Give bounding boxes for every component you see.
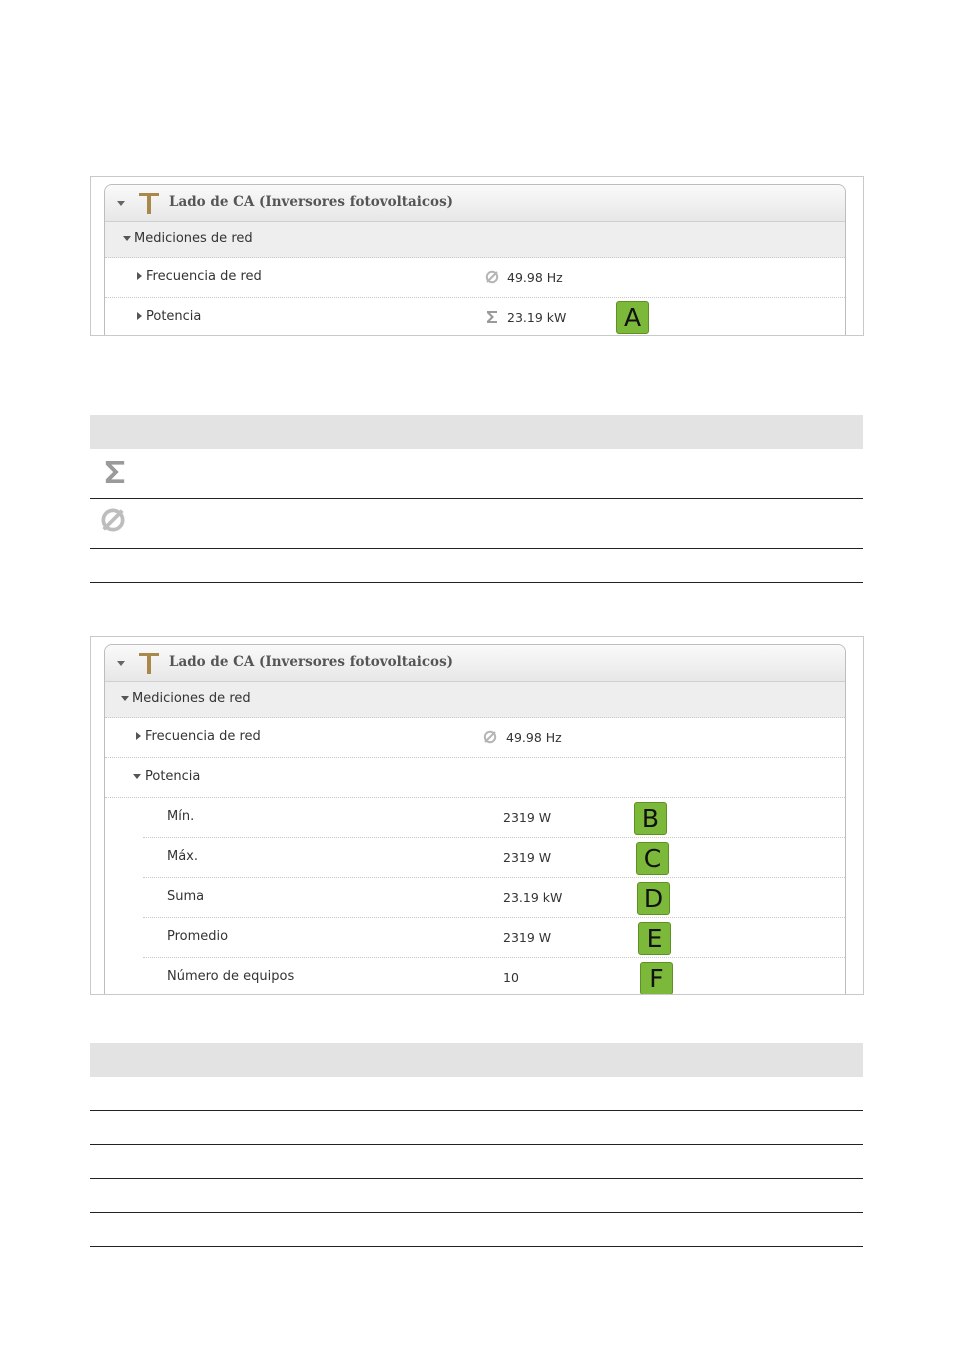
row-value: 10 [503,970,519,985]
table-row [90,1179,863,1213]
ac-side-icon [139,653,159,674]
row-value: 49.98 Hz [507,270,563,285]
collapse-caret-icon[interactable] [117,201,125,206]
list-item-promedio: Promedio 2319 W E [143,918,845,958]
list-item-frecuencia[interactable]: Frecuencia de red 49.98 Hz [105,718,845,758]
row-label: Potencia [146,309,202,324]
row-value: 49.98 Hz [506,730,562,745]
expand-caret-icon[interactable] [123,236,131,241]
callout-badge: A [616,301,649,334]
expand-arrow-icon[interactable] [137,312,142,320]
potencia-details: Mín. 2319 W B Máx. 2319 W C Suma 23.19 k… [143,798,845,994]
callout-badge: F [640,962,673,994]
group-label: Mediciones de red [134,231,253,246]
row-label: Promedio [167,929,229,944]
icon-legend-table [90,415,863,583]
callout-badge: D [637,882,670,915]
ac-side-panel: Lado de CA (Inversores fotovoltaicos) Me… [104,644,846,994]
callout-badge: C [636,842,669,875]
row-value: 2319 W [503,930,552,945]
ac-side-icon [139,193,159,214]
table-row [90,1111,863,1145]
row-value: 2319 W [503,850,552,865]
row-value: 2319 W [503,810,552,825]
collapse-caret-icon[interactable] [117,661,125,666]
panel-title: Lado de CA (Inversores fotovoltaicos) [169,654,454,670]
row-label: Máx. [167,849,199,864]
list-item-potencia[interactable]: Potencia 23.19 kW A [105,298,845,335]
table-row [90,449,863,499]
table-row [90,549,863,583]
group-label: Mediciones de red [132,691,251,706]
panel-header[interactable]: Lado de CA (Inversores fotovoltaicos) [105,645,845,682]
panel-header[interactable]: Lado de CA (Inversores fotovoltaicos) [105,185,845,222]
sum-icon [105,461,125,483]
callout-legend-table [90,1043,863,1247]
row-value: 23.19 kW [507,310,567,325]
screenshot-expanded: Lado de CA (Inversores fotovoltaicos) Me… [90,636,864,995]
list-item-potencia[interactable]: Potencia [105,758,845,798]
row-label: Suma [167,889,205,904]
table-header [90,1043,863,1077]
callout-badge: E [638,922,671,955]
group-grid-measurements[interactable]: Mediciones de red [105,222,845,258]
table-row [90,499,863,549]
table-row [90,1145,863,1179]
list-item-min: Mín. 2319 W B [143,798,845,838]
ac-side-panel: Lado de CA (Inversores fotovoltaicos) Me… [104,184,846,335]
row-label: Número de equipos [167,969,295,984]
list-item-suma: Suma 23.19 kW D [143,878,845,918]
sum-icon [487,311,497,323]
row-label: Potencia [145,769,201,784]
expand-caret-icon[interactable] [121,696,129,701]
expand-caret-icon[interactable] [133,774,141,779]
row-value: 23.19 kW [503,890,563,905]
expand-arrow-icon[interactable] [136,732,141,740]
list-item-numero-equipos: Número de equipos 10 F [143,958,845,994]
expand-arrow-icon[interactable] [137,272,142,280]
row-label: Frecuencia de red [145,729,261,744]
table-header [90,415,863,449]
table-row [90,1077,863,1111]
panel-title: Lado de CA (Inversores fotovoltaicos) [169,194,454,210]
callout-badge: B [634,802,667,835]
table-row [90,1213,863,1247]
average-icon [101,508,125,532]
list-item-max: Máx. 2319 W C [143,838,845,878]
average-icon [485,270,499,284]
row-label: Frecuencia de red [146,269,262,284]
list-item-frecuencia[interactable]: Frecuencia de red 49.98 Hz [105,258,845,298]
group-grid-measurements[interactable]: Mediciones de red [105,682,845,718]
screenshot-overview: Lado de CA (Inversores fotovoltaicos) Me… [90,176,864,336]
row-label: Mín. [167,809,195,824]
average-icon [483,730,497,744]
